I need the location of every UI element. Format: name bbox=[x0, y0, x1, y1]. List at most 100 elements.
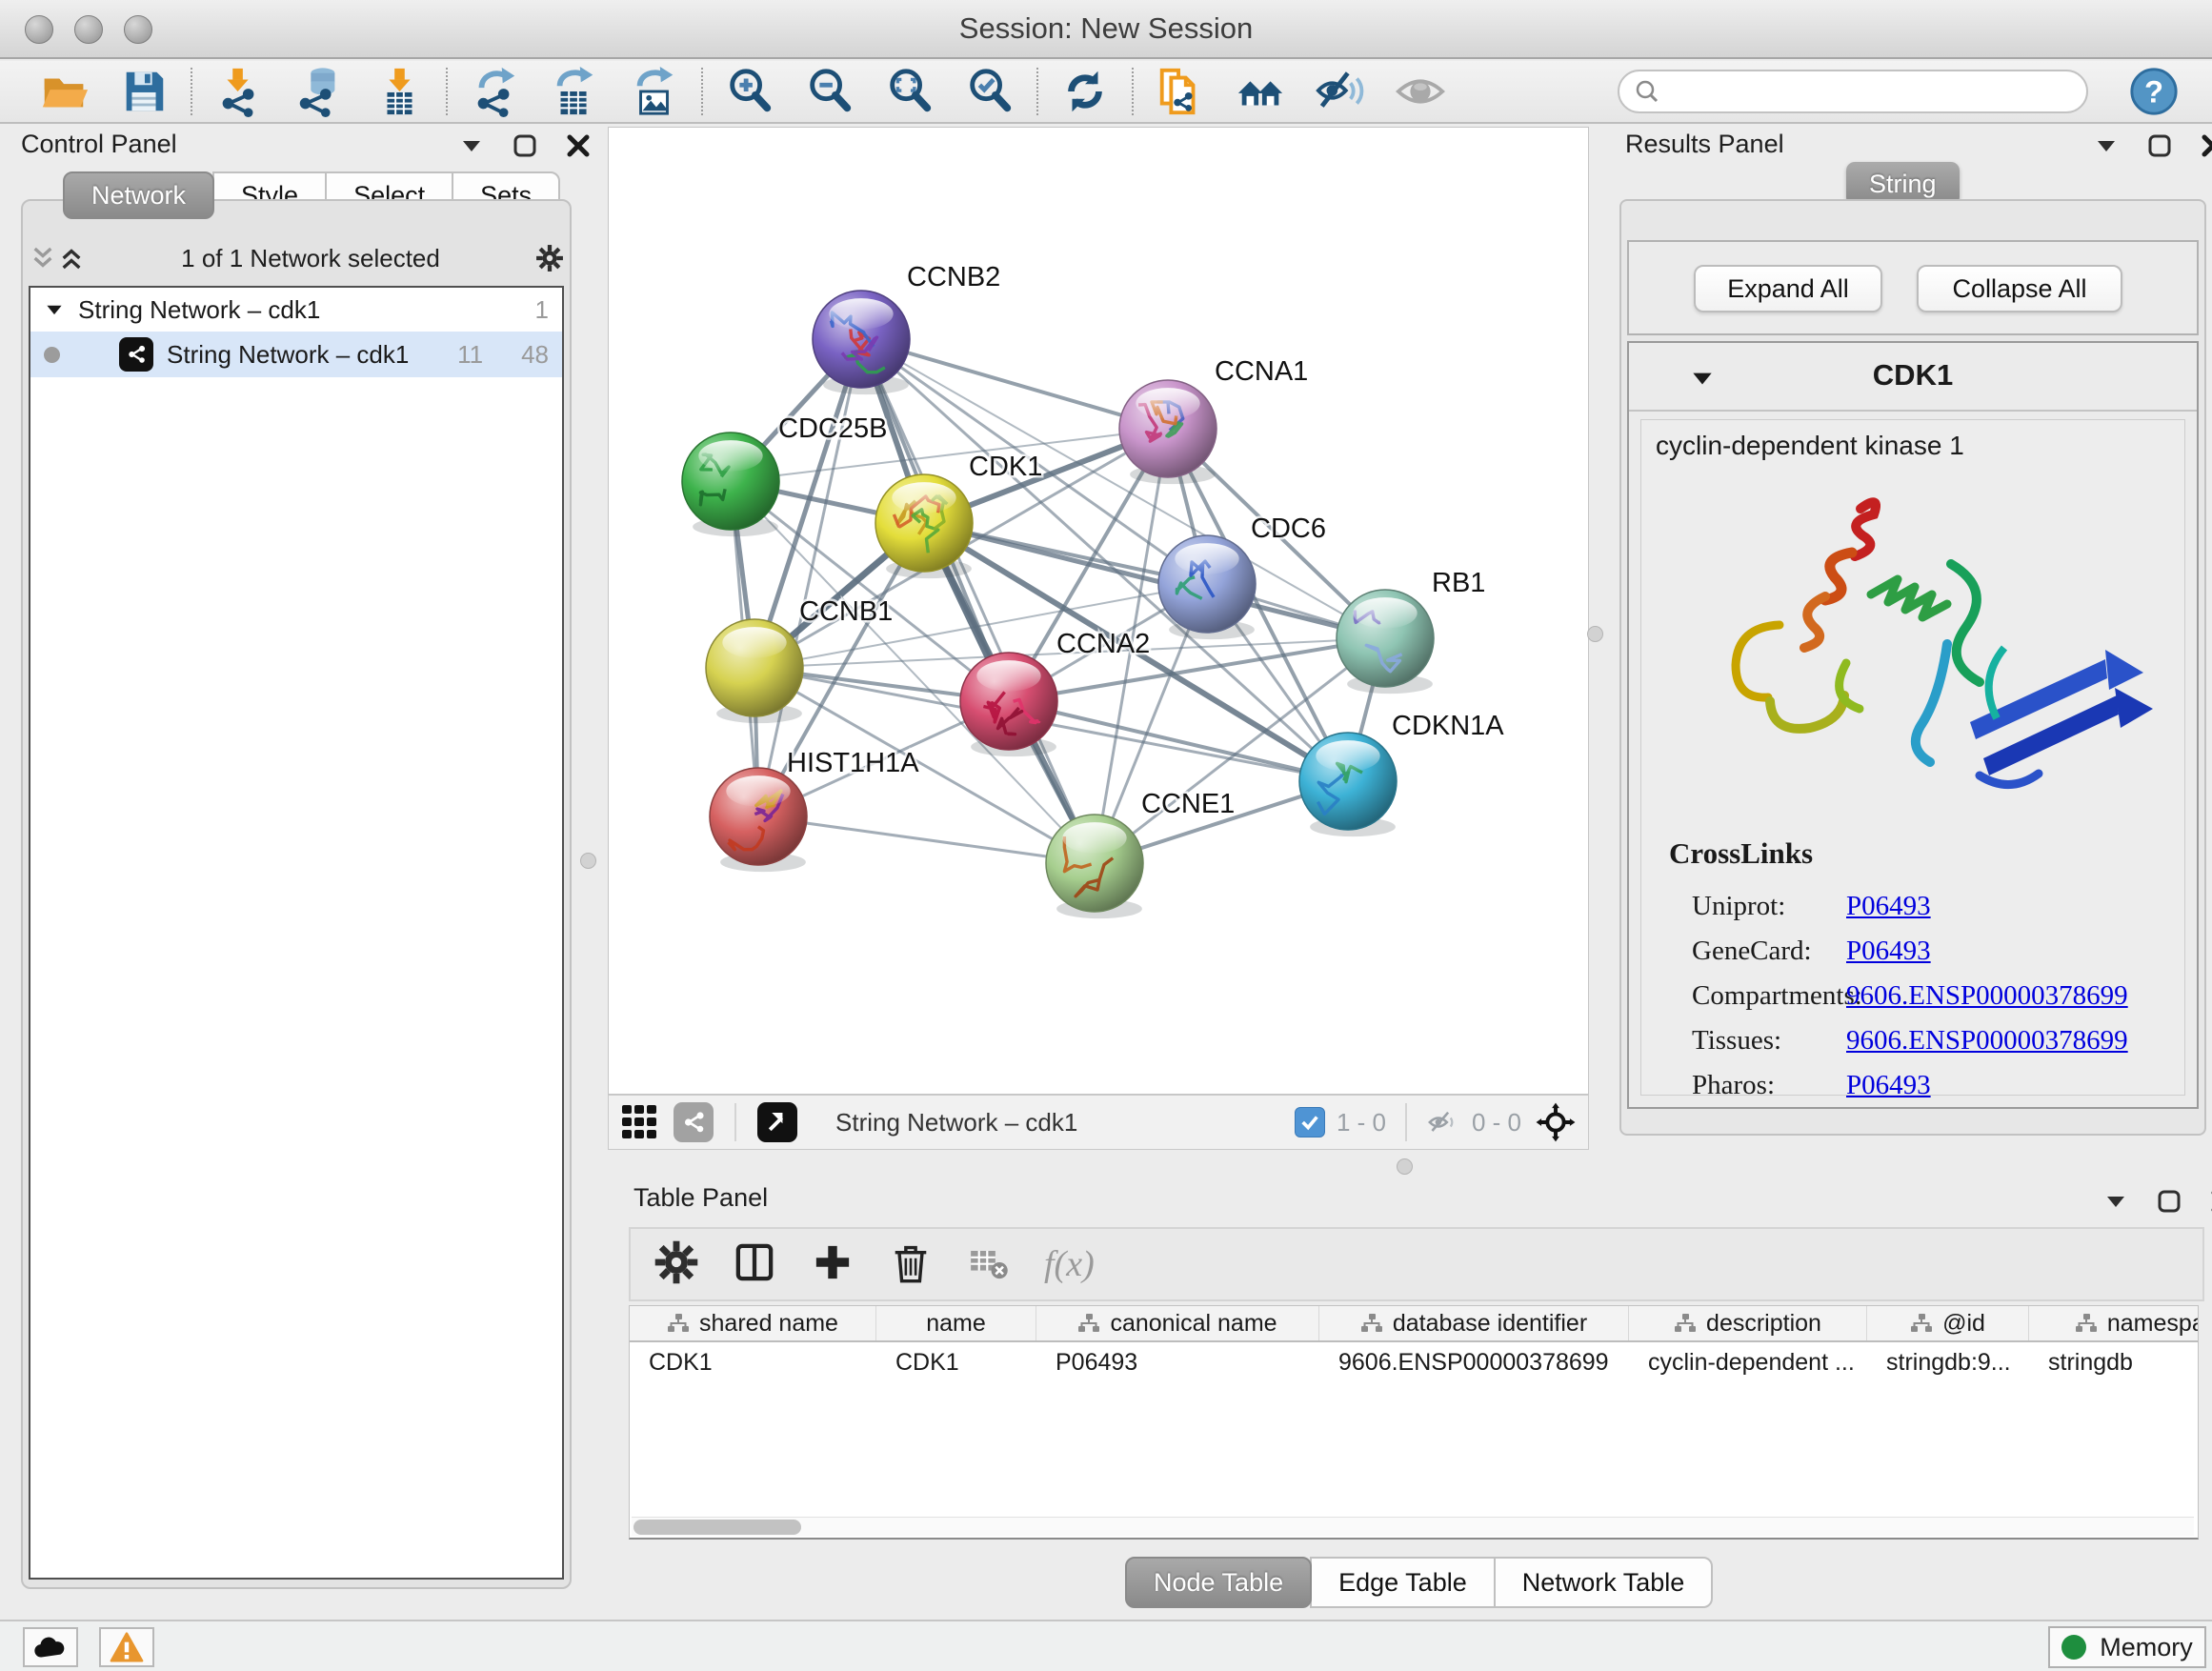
search-input[interactable] bbox=[1669, 77, 2071, 107]
network-share-button[interactable] bbox=[674, 1102, 714, 1142]
export-image-button[interactable] bbox=[627, 64, 682, 119]
table-panel-close-button[interactable] bbox=[2208, 1187, 2212, 1216]
new-network-from-selection-button[interactable] bbox=[1153, 64, 1208, 119]
graph-edge-CCNB2-HIST1H1A[interactable] bbox=[758, 339, 861, 816]
table-cell[interactable]: stringdb bbox=[2029, 1349, 2199, 1377]
table-horizontal-scrollbar[interactable] bbox=[632, 1517, 2194, 1536]
delete-table-button[interactable] bbox=[966, 1239, 1012, 1290]
zoom-fit-button[interactable] bbox=[882, 64, 937, 119]
control-panel-title: Control Panel bbox=[21, 130, 177, 159]
crosslink-value-link[interactable]: 9606.ENSP00000378699 bbox=[1846, 1025, 2128, 1057]
import-network-file-button[interactable] bbox=[211, 64, 267, 119]
control-panel-collapse-button[interactable] bbox=[457, 131, 486, 160]
table-row[interactable]: CDK1CDK1P064939606.ENSP00000378699cyclin… bbox=[630, 1342, 2198, 1382]
selected-checkbox-icon[interactable] bbox=[1295, 1107, 1325, 1137]
export-network-button[interactable] bbox=[467, 64, 522, 119]
collapse-all-button[interactable]: Collapse All bbox=[1917, 265, 2122, 312]
column-header-namespace[interactable]: namespace bbox=[2029, 1306, 2199, 1340]
search-box[interactable] bbox=[1618, 70, 2088, 113]
graph-edge-CCNB2-CCNE1[interactable] bbox=[861, 339, 1095, 863]
cloud-status-button[interactable] bbox=[23, 1627, 78, 1667]
import-table-file-button[interactable] bbox=[372, 64, 427, 119]
zoom-selected-button[interactable] bbox=[962, 64, 1017, 119]
graph-edge-CCNE1-HIST1H1A[interactable] bbox=[758, 816, 1095, 863]
expand-all-button[interactable]: Expand All bbox=[1694, 265, 1882, 312]
tab-edge-table[interactable]: Edge Table bbox=[1310, 1557, 1496, 1608]
table-cell[interactable]: stringdb:9... bbox=[1867, 1349, 2029, 1377]
graph-node-CCNB1[interactable] bbox=[706, 619, 803, 723]
tab-network-table[interactable]: Network Table bbox=[1494, 1557, 1714, 1608]
export-table-button[interactable] bbox=[547, 64, 602, 119]
column-header-name[interactable]: name bbox=[876, 1306, 1036, 1340]
column-header-shared-name[interactable]: shared name bbox=[630, 1306, 876, 1340]
tab-network[interactable]: Network bbox=[63, 171, 214, 219]
apply-preferred-layout-button[interactable] bbox=[1057, 64, 1113, 119]
column-header--id[interactable]: @id bbox=[1867, 1306, 2029, 1340]
table-options-button[interactable] bbox=[654, 1239, 699, 1290]
function-builder-button[interactable]: f(x) bbox=[1044, 1243, 1095, 1285]
graph-node-CCNE1[interactable] bbox=[1046, 815, 1143, 918]
save-session-button[interactable] bbox=[116, 64, 171, 119]
column-tree-icon bbox=[667, 1313, 690, 1334]
table-cell[interactable]: P06493 bbox=[1036, 1349, 1319, 1377]
birdseye-view-button[interactable] bbox=[618, 1101, 660, 1143]
zoom-in-button[interactable] bbox=[722, 64, 777, 119]
graph-node-CCNA2[interactable] bbox=[960, 653, 1057, 756]
graph-edge-CCNA2-CDKN1A[interactable] bbox=[1009, 701, 1348, 781]
help-button[interactable]: ? bbox=[2126, 64, 2182, 119]
table-cell[interactable]: CDK1 bbox=[630, 1349, 876, 1377]
left-splitter-handle[interactable] bbox=[580, 853, 596, 869]
graph-node-CCNA1[interactable] bbox=[1119, 380, 1217, 484]
manual-pan-button[interactable] bbox=[1533, 1099, 1579, 1145]
open-session-button[interactable] bbox=[36, 64, 91, 119]
column-header-canonical-name[interactable]: canonical name bbox=[1036, 1306, 1319, 1340]
crosshair-icon bbox=[1535, 1101, 1577, 1143]
double-chevron-down-icon bbox=[29, 242, 57, 274]
network-row[interactable]: String Network – cdk1 11 48 bbox=[30, 332, 562, 377]
results-panel-close-button[interactable] bbox=[2199, 131, 2212, 160]
network-canvas[interactable]: CCNB2CCNA1CDC25BCDK1CDC6RB1CCNB1CCNA2CDK… bbox=[608, 127, 1589, 1095]
network-options-button[interactable] bbox=[535, 244, 564, 272]
show-columns-button[interactable] bbox=[732, 1239, 777, 1290]
hide-selected-button[interactable] bbox=[1313, 64, 1368, 119]
zoom-out-button[interactable] bbox=[802, 64, 857, 119]
crosslink-value-link[interactable]: P06493 bbox=[1846, 1070, 1931, 1101]
memory-button[interactable]: Memory bbox=[2048, 1626, 2206, 1668]
control-panel-float-button[interactable] bbox=[511, 131, 539, 160]
graph-node-CDKN1A[interactable] bbox=[1299, 733, 1397, 836]
scrollbar-thumb[interactable] bbox=[633, 1520, 801, 1535]
graph-node-CDC25B[interactable] bbox=[682, 433, 779, 536]
crosslink-value-link[interactable]: 9606.ENSP00000378699 bbox=[1846, 980, 2128, 1012]
open-view-in-window-button[interactable] bbox=[757, 1102, 797, 1142]
import-network-database-button[interactable] bbox=[292, 64, 347, 119]
first-neighbors-button[interactable] bbox=[1233, 64, 1288, 119]
expand-all-networks-button[interactable] bbox=[57, 244, 86, 272]
control-panel-close-button[interactable] bbox=[564, 131, 593, 160]
table-cell[interactable]: CDK1 bbox=[876, 1349, 1036, 1377]
table-cell[interactable]: 9606.ENSP00000378699 bbox=[1319, 1349, 1629, 1377]
grid-icon bbox=[620, 1103, 658, 1141]
results-panel-collapse-button[interactable] bbox=[2092, 131, 2121, 160]
graph-node-CDK1[interactable] bbox=[875, 474, 973, 578]
table-panel-float-button[interactable] bbox=[2155, 1187, 2183, 1216]
horizontal-splitter-handle[interactable] bbox=[1397, 1158, 1413, 1175]
column-tree-icon bbox=[2075, 1313, 2098, 1334]
show-all-button[interactable] bbox=[1393, 64, 1448, 119]
graph-node-RB1[interactable] bbox=[1337, 590, 1434, 694]
right-splitter-handle[interactable] bbox=[1587, 626, 1603, 642]
crosslink-value-link[interactable]: P06493 bbox=[1846, 891, 1931, 922]
results-panel-float-button[interactable] bbox=[2145, 131, 2174, 160]
tree-expander-icon[interactable] bbox=[44, 299, 65, 320]
table-cell[interactable]: cyclin-dependent ... bbox=[1629, 1349, 1867, 1377]
crosslink-value-link[interactable]: P06493 bbox=[1846, 936, 1931, 967]
column-header-database-identifier[interactable]: database identifier bbox=[1319, 1306, 1629, 1340]
column-header-description[interactable]: description bbox=[1629, 1306, 1867, 1340]
collapse-all-networks-button[interactable] bbox=[29, 244, 57, 272]
network-collection-row[interactable]: String Network – cdk1 1 bbox=[30, 288, 562, 332]
warnings-button[interactable] bbox=[99, 1627, 154, 1667]
graph-node-HIST1H1A[interactable] bbox=[710, 768, 807, 872]
tab-node-table[interactable]: Node Table bbox=[1125, 1557, 1312, 1608]
delete-column-button[interactable] bbox=[888, 1239, 934, 1290]
table-panel-collapse-button[interactable] bbox=[2101, 1187, 2130, 1216]
create-column-button[interactable] bbox=[810, 1239, 855, 1290]
